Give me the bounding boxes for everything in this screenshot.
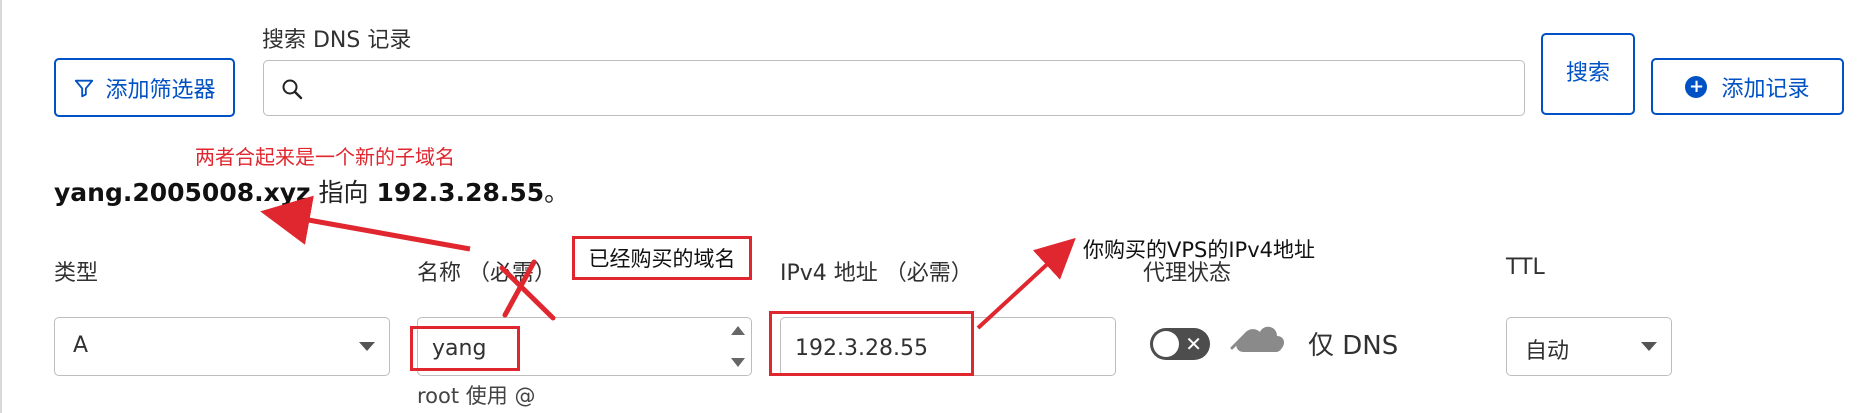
preview-target: 192.3.28.55 — [376, 178, 545, 207]
proxy-toggle[interactable]: ✕ — [1150, 328, 1210, 360]
spin-up-icon[interactable] — [731, 326, 745, 335]
filter-icon — [75, 79, 94, 97]
search-label: 搜索 DNS 记录 — [262, 28, 412, 53]
vps-callout: 你购买的VPS的IPv4地址 — [1083, 238, 1316, 262]
preview-points-to: 指向 — [310, 178, 377, 207]
chevron-down-icon — [1641, 342, 1657, 351]
add-filter-button[interactable]: 添加筛选器 — [54, 58, 235, 117]
proxy-status-text: 仅 DNS — [1308, 331, 1399, 361]
cloud-icon — [1230, 326, 1285, 352]
type-value: A — [73, 333, 89, 358]
ipv4-label: IPv4 地址 （必需） — [780, 261, 973, 286]
plus-circle-icon: + — [1685, 75, 1708, 98]
domain-callout: 已经购买的域名 — [572, 236, 752, 280]
chevron-down-icon — [359, 342, 375, 351]
dns-record-editor: 添加筛选器 搜索 DNS 记录 搜索 + 添加记录 两者合起来是一个新的子域名 … — [0, 0, 1861, 413]
panel-border — [0, 0, 2, 413]
name-highlight-box — [410, 326, 520, 371]
add-filter-label: 添加筛选器 — [105, 77, 216, 103]
search-input[interactable] — [316, 67, 1515, 111]
subdomain-annotation: 两者合起来是一个新的子域名 — [195, 145, 455, 169]
type-select[interactable]: A — [54, 317, 390, 376]
close-icon: ✕ — [1185, 332, 1202, 356]
spin-down-icon[interactable] — [731, 358, 745, 367]
name-label: 名称 （必需） — [417, 261, 556, 286]
toggle-knob — [1153, 331, 1179, 357]
record-preview: yang.2005008.xyz 指向 192.3.28.55。 — [54, 173, 569, 209]
ttl-select[interactable]: 自动 — [1506, 317, 1672, 376]
search-field[interactable] — [263, 60, 1525, 116]
search-icon — [282, 79, 303, 100]
arrow-to-vps-note — [976, 237, 1076, 330]
ttl-label: TTL — [1506, 255, 1545, 280]
preview-host: yang.2005008.xyz — [54, 178, 311, 207]
preview-end: 。 — [544, 178, 570, 207]
arrow-to-preview — [260, 195, 471, 252]
search-button[interactable]: 搜索 — [1541, 33, 1635, 115]
ipv4-highlight-box — [769, 311, 974, 376]
add-record-button[interactable]: + 添加记录 — [1651, 58, 1844, 115]
add-record-label: 添加记录 — [1721, 76, 1810, 102]
ttl-value: 自动 — [1525, 339, 1570, 364]
type-label: 类型 — [54, 261, 99, 286]
name-hint: root 使用 @ — [417, 384, 536, 408]
